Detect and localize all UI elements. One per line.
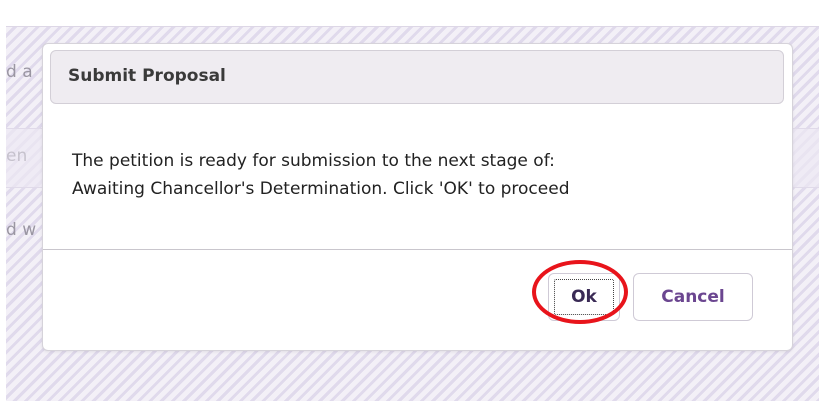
background-row-text: en	[6, 146, 28, 166]
ok-button-label: Ok	[571, 287, 597, 307]
dialog-message-line-2: Awaiting Chancellor's Determination. Cli…	[72, 179, 570, 199]
cancel-button-label: Cancel	[661, 287, 725, 307]
dialog-divider	[43, 249, 792, 250]
dialog-title: Submit Proposal	[68, 66, 226, 86]
submit-proposal-dialog: Submit Proposal The petition is ready fo…	[42, 43, 793, 351]
ok-button[interactable]: Ok	[548, 273, 620, 321]
dialog-titlebar: Submit Proposal	[50, 50, 784, 104]
dialog-message: The petition is ready for submission to …	[72, 147, 762, 203]
background-row-text: d w	[6, 220, 37, 240]
background-header-band	[6, 0, 819, 27]
ok-button-focus-ring: Ok	[554, 279, 614, 315]
dialog-message-line-1: The petition is ready for submission to …	[72, 151, 555, 171]
background-row-text: d a	[6, 62, 33, 82]
cancel-button[interactable]: Cancel	[633, 273, 753, 321]
